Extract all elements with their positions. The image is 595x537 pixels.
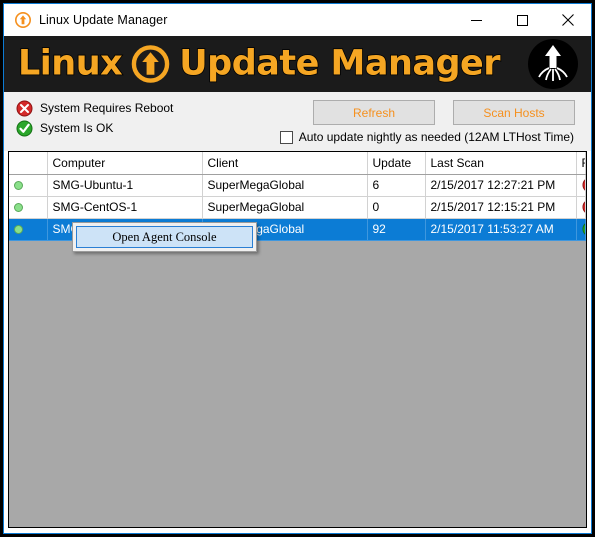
column-header-rb[interactable]: RB bbox=[576, 152, 586, 175]
cell-update: 92 bbox=[367, 218, 426, 241]
column-header-update[interactable]: Update bbox=[367, 152, 426, 175]
refresh-button[interactable]: Refresh bbox=[313, 100, 435, 125]
cell-client: SuperMegaGlobal bbox=[202, 196, 368, 219]
auto-update-checkbox[interactable] bbox=[279, 130, 293, 144]
minimize-button[interactable] bbox=[453, 4, 499, 36]
column-header-computer[interactable]: Computer bbox=[47, 152, 203, 175]
close-button[interactable] bbox=[545, 4, 591, 36]
column-header-client[interactable]: Client bbox=[202, 152, 368, 175]
online-dot-icon bbox=[14, 181, 23, 191]
green-check-circle-icon bbox=[16, 120, 33, 137]
toolbar: System Requires Reboot System Is OK Refr… bbox=[4, 92, 591, 151]
banner-word-linux: Linux bbox=[17, 43, 123, 84]
column-header-last-scan[interactable]: Last Scan bbox=[425, 152, 577, 175]
cell-last-scan: 2/15/2017 12:27:21 PM bbox=[425, 174, 577, 197]
red-x-circle-icon bbox=[581, 201, 585, 213]
cell-last-scan: 2/15/2017 11:53:27 AM bbox=[425, 218, 577, 241]
up-arrow-circle-icon bbox=[131, 45, 170, 84]
legend-label-reboot: System Requires Reboot bbox=[40, 101, 174, 115]
hosts-grid[interactable]: Computer Client Update Last Scan RB SMG-… bbox=[8, 151, 587, 528]
cell-client: SuperMegaGlobal bbox=[202, 174, 368, 197]
online-dot-icon bbox=[14, 203, 23, 213]
row-status-dot bbox=[9, 174, 48, 197]
banner-logo: Linux Update Manager bbox=[17, 43, 501, 84]
menu-item-open-agent-console[interactable]: Open Agent Console bbox=[76, 226, 253, 248]
cell-update: 0 bbox=[367, 196, 426, 219]
window-title: Linux Update Manager bbox=[39, 13, 168, 27]
status-legend: System Requires Reboot System Is OK bbox=[16, 98, 173, 138]
cell-rb bbox=[576, 218, 586, 241]
title-bar: Linux Update Manager bbox=[4, 4, 591, 36]
table-row[interactable]: SMG-Ubuntu-1 SuperMegaGlobal 6 2/15/2017… bbox=[9, 174, 586, 197]
cell-rb bbox=[576, 174, 586, 197]
scan-hosts-button[interactable]: Scan Hosts bbox=[453, 100, 575, 125]
application-window: Linux Update Manager Linux Update Manage… bbox=[3, 3, 592, 534]
red-x-circle-icon bbox=[581, 179, 585, 191]
legend-label-ok: System Is OK bbox=[40, 121, 114, 135]
row-status-dot bbox=[9, 196, 48, 219]
context-menu[interactable]: Open Agent Console bbox=[72, 222, 257, 252]
online-dot-icon bbox=[14, 225, 23, 235]
table-row[interactable]: SMG-CentOS-1 SuperMegaGlobal 0 2/15/2017… bbox=[9, 196, 586, 219]
auto-update-label: Auto update nightly as needed (12AM LTHo… bbox=[298, 130, 574, 144]
red-x-circle-icon bbox=[16, 100, 33, 117]
green-check-circle-icon bbox=[581, 223, 585, 235]
cell-last-scan: 2/15/2017 12:15:21 PM bbox=[425, 196, 577, 219]
table-header-row: Computer Client Update Last Scan RB bbox=[9, 152, 586, 175]
row-status-dot bbox=[9, 218, 48, 241]
cell-update: 6 bbox=[367, 174, 426, 197]
column-header-status[interactable] bbox=[9, 152, 48, 175]
auto-update-row[interactable]: Auto update nightly as needed (12AM LTHo… bbox=[279, 130, 574, 144]
app-banner: Linux Update Manager bbox=[4, 36, 591, 92]
toolbar-button-group: Refresh Scan Hosts bbox=[313, 100, 575, 125]
up-arrow-circle-icon bbox=[15, 12, 31, 28]
maximize-button[interactable] bbox=[499, 4, 545, 36]
banner-word-update-manager: Update Manager bbox=[178, 43, 501, 84]
squid-icon bbox=[527, 38, 579, 90]
cell-computer: SMG-Ubuntu-1 bbox=[47, 174, 203, 197]
cell-computer: SMG-CentOS-1 bbox=[47, 196, 203, 219]
legend-row: System Requires Reboot bbox=[16, 98, 173, 118]
cell-rb bbox=[576, 196, 586, 219]
legend-row: System Is OK bbox=[16, 118, 173, 138]
